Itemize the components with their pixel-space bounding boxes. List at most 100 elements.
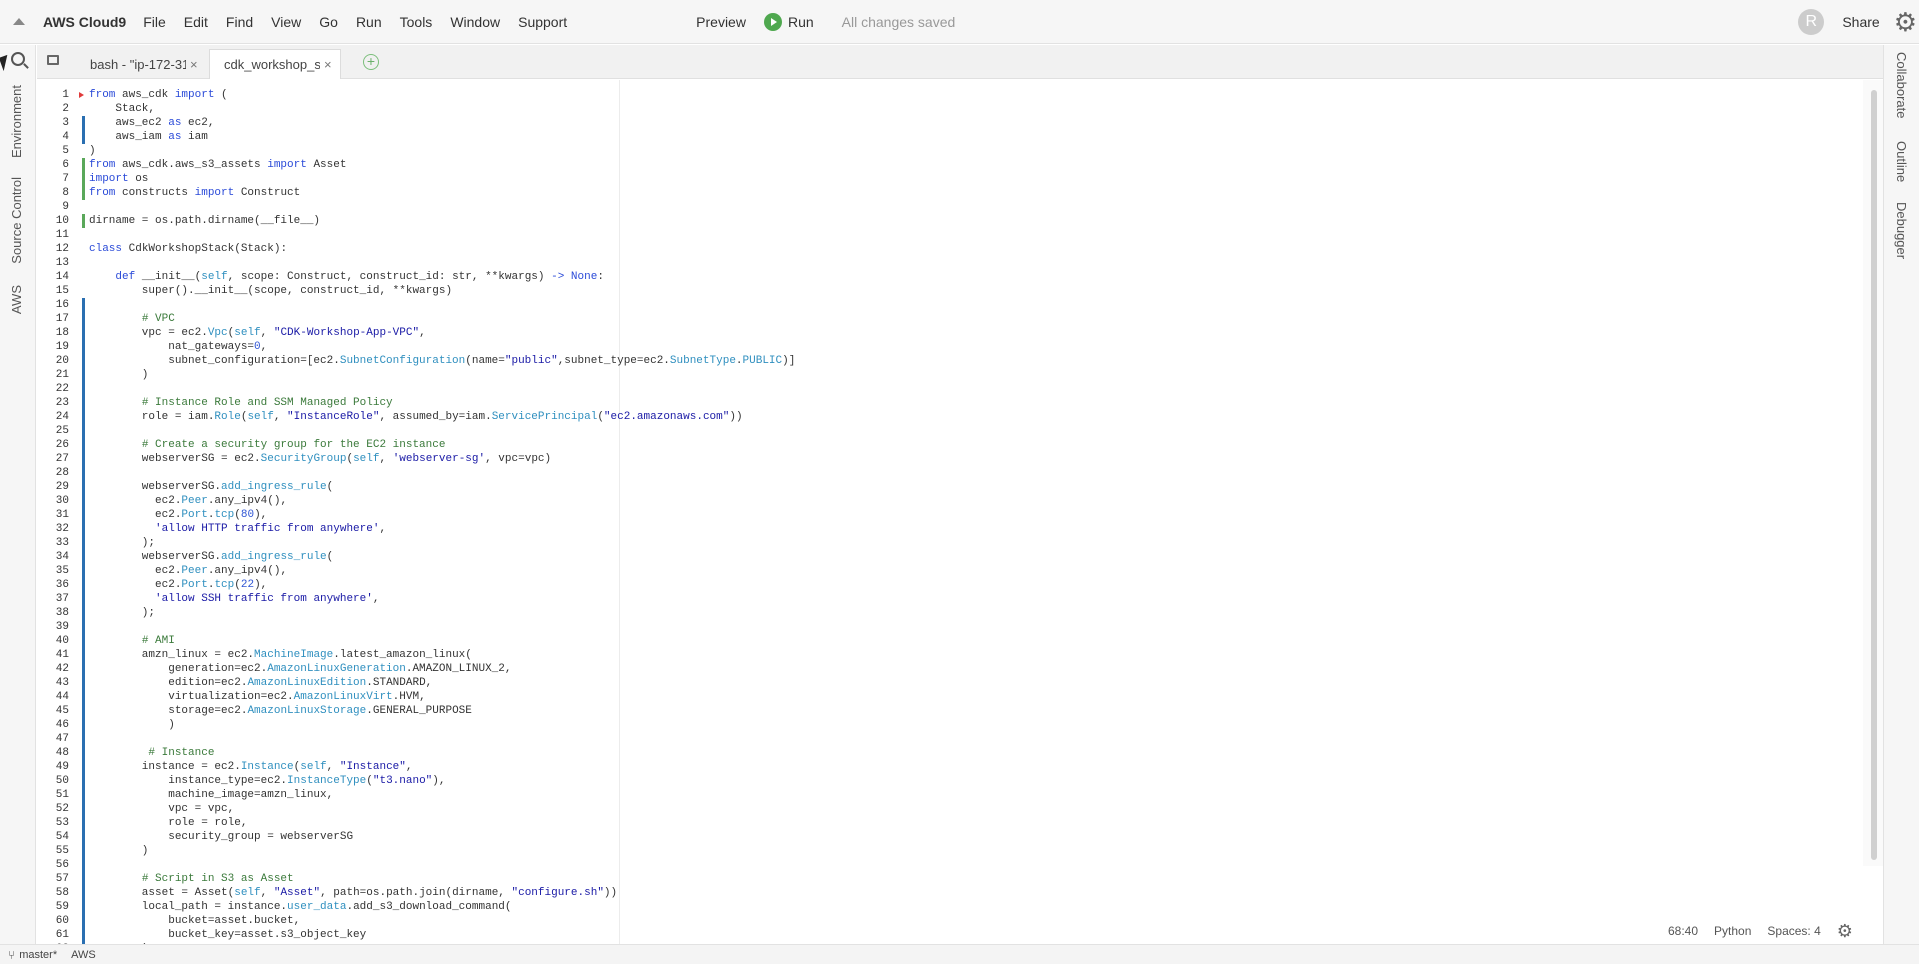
line-number[interactable]: 18 — [37, 326, 69, 340]
line-number[interactable]: 27 — [37, 452, 69, 466]
code-text[interactable]: Stack, — [89, 102, 155, 116]
line-number[interactable]: 54 — [37, 830, 69, 844]
line-number[interactable]: 30 — [37, 494, 69, 508]
toggle-tree-icon[interactable] — [47, 55, 59, 65]
panel-tab-collaborate[interactable]: Collaborate — [1894, 52, 1909, 119]
code-text[interactable]: generation=ec2.AmazonLinuxGeneration.AMA… — [89, 662, 511, 676]
code-line[interactable]: 3 aws_ec2 as ec2, — [37, 116, 1837, 130]
line-number[interactable]: 23 — [37, 396, 69, 410]
line-number[interactable]: 40 — [37, 634, 69, 648]
code-line[interactable]: 4 aws_iam as iam — [37, 130, 1837, 144]
line-number[interactable]: 35 — [37, 564, 69, 578]
code-line[interactable]: 11 — [37, 228, 1837, 242]
code-line[interactable]: 47 — [37, 732, 1837, 746]
line-number[interactable]: 20 — [37, 354, 69, 368]
line-number[interactable]: 47 — [37, 732, 69, 746]
code-line[interactable]: 46 ) — [37, 718, 1837, 732]
line-number[interactable]: 22 — [37, 382, 69, 396]
line-number[interactable]: 24 — [37, 410, 69, 424]
line-number[interactable]: 26 — [37, 438, 69, 452]
code-text[interactable]: security_group = webserverSG — [89, 830, 353, 844]
code-text[interactable]: storage=ec2.AmazonLinuxStorage.GENERAL_P… — [89, 704, 472, 718]
code-line[interactable]: 1 from aws_cdk import ( — [37, 88, 1837, 102]
code-text[interactable]: role = iam.Role(self, "InstanceRole", as… — [89, 410, 743, 424]
close-icon[interactable]: × — [324, 57, 332, 72]
code-line[interactable]: 43 edition=ec2.AmazonLinuxEdition.STANDA… — [37, 676, 1837, 690]
git-branch-indicator[interactable]: ⑂ master* — [8, 948, 57, 962]
line-number[interactable]: 28 — [37, 466, 69, 480]
line-number[interactable]: 2 — [37, 102, 69, 116]
code-text[interactable]: import os — [89, 172, 148, 186]
menu-file[interactable]: File — [134, 14, 175, 30]
code-line[interactable]: 25 — [37, 424, 1837, 438]
code-line[interactable]: 15 super().__init__(scope, construct_id,… — [37, 284, 1837, 298]
code-text[interactable]: aws_iam as iam — [89, 130, 207, 144]
editor-scrollbar-thumb[interactable] — [1871, 90, 1877, 860]
code-line[interactable]: 48 # Instance — [37, 746, 1837, 760]
avatar[interactable]: R — [1798, 8, 1825, 35]
line-number[interactable]: 43 — [37, 676, 69, 690]
line-number[interactable]: 55 — [37, 844, 69, 858]
collapse-menu-arrow-icon[interactable] — [13, 18, 25, 25]
code-text[interactable]: ec2.Peer.any_ipv4(), — [89, 494, 287, 508]
code-text[interactable]: webserverSG = ec2.SecurityGroup(self, 'w… — [89, 452, 551, 466]
menu-edit[interactable]: Edit — [175, 14, 217, 30]
code-line[interactable]: 39 — [37, 620, 1837, 634]
code-line[interactable]: 50 instance_type=ec2.InstanceType("t3.na… — [37, 774, 1837, 788]
code-text[interactable]: 'allow HTTP traffic from anywhere', — [89, 522, 386, 536]
code-line[interactable]: 37 'allow SSH traffic from anywhere', — [37, 592, 1837, 606]
search-icon[interactable] — [11, 52, 25, 66]
line-number[interactable]: 44 — [37, 690, 69, 704]
line-number[interactable]: 25 — [37, 424, 69, 438]
code-line[interactable]: 29 webserverSG.add_ingress_rule( — [37, 480, 1837, 494]
line-number[interactable]: 37 — [37, 592, 69, 606]
line-number[interactable]: 15 — [37, 284, 69, 298]
panel-tab-outline[interactable]: Outline — [1894, 141, 1909, 182]
menu-run[interactable]: Run — [347, 14, 391, 30]
language-mode[interactable]: Python — [1714, 924, 1751, 938]
code-line[interactable]: 41 amzn_linux = ec2.MachineImage.latest_… — [37, 648, 1837, 662]
line-number[interactable]: 13 — [37, 256, 69, 270]
menu-support[interactable]: Support — [509, 14, 576, 30]
code-line[interactable]: 35 ec2.Peer.any_ipv4(), — [37, 564, 1837, 578]
code-line[interactable]: 9 — [37, 200, 1837, 214]
editor-settings-gear-icon[interactable]: ⚙ — [1837, 921, 1853, 942]
line-number[interactable]: 49 — [37, 760, 69, 774]
code-text[interactable]: aws_ec2 as ec2, — [89, 116, 214, 130]
line-number[interactable]: 7 — [37, 172, 69, 186]
menu-go[interactable]: Go — [310, 14, 347, 30]
code-line[interactable]: 31 ec2.Port.tcp(80), — [37, 508, 1837, 522]
code-text[interactable]: bucket_key=asset.s3_object_key — [89, 928, 366, 942]
code-line[interactable]: 55 ) — [37, 844, 1837, 858]
code-line[interactable]: 30 ec2.Peer.any_ipv4(), — [37, 494, 1837, 508]
line-number[interactable]: 42 — [37, 662, 69, 676]
code-line[interactable]: 2 Stack, — [37, 102, 1837, 116]
code-text[interactable]: ) — [89, 718, 175, 732]
code-line[interactable]: 52 vpc = vpc, — [37, 802, 1837, 816]
code-line[interactable]: 22 — [37, 382, 1837, 396]
line-number[interactable]: 46 — [37, 718, 69, 732]
code-text[interactable]: ec2.Peer.any_ipv4(), — [89, 564, 287, 578]
menu-view[interactable]: View — [262, 14, 310, 30]
code-text[interactable]: dirname = os.path.dirname(__file__) — [89, 214, 320, 228]
code-text[interactable]: ec2.Port.tcp(22), — [89, 578, 267, 592]
code-text[interactable]: role = role, — [89, 816, 247, 830]
code-line[interactable]: 49 instance = ec2.Instance(self, "Instan… — [37, 760, 1837, 774]
code-line[interactable]: 61 bucket_key=asset.s3_object_key — [37, 928, 1837, 942]
code-text[interactable]: ) — [89, 844, 149, 858]
code-text[interactable]: asset = Asset(self, "Asset", path=os.pat… — [89, 886, 617, 900]
code-text[interactable]: ) — [89, 144, 96, 158]
code-text[interactable]: ec2.Port.tcp(80), — [89, 508, 267, 522]
code-text[interactable]: bucket=asset.bucket, — [89, 914, 300, 928]
code-line[interactable]: 6 from aws_cdk.aws_s3_assets import Asset — [37, 158, 1837, 172]
code-line[interactable]: 19 nat_gateways=0, — [37, 340, 1837, 354]
code-line[interactable]: 34 webserverSG.add_ingress_rule( — [37, 550, 1837, 564]
line-number[interactable]: 17 — [37, 312, 69, 326]
code-line[interactable]: 24 role = iam.Role(self, "InstanceRole",… — [37, 410, 1837, 424]
code-line[interactable]: 20 subnet_configuration=[ec2.SubnetConfi… — [37, 354, 1837, 368]
code-line[interactable]: 58 asset = Asset(self, "Asset", path=os.… — [37, 886, 1837, 900]
preferences-gear-icon[interactable]: ⚙ — [1894, 9, 1917, 35]
line-number[interactable]: 11 — [37, 228, 69, 242]
code-text[interactable]: # Instance — [89, 746, 214, 760]
close-icon[interactable]: × — [190, 57, 198, 72]
